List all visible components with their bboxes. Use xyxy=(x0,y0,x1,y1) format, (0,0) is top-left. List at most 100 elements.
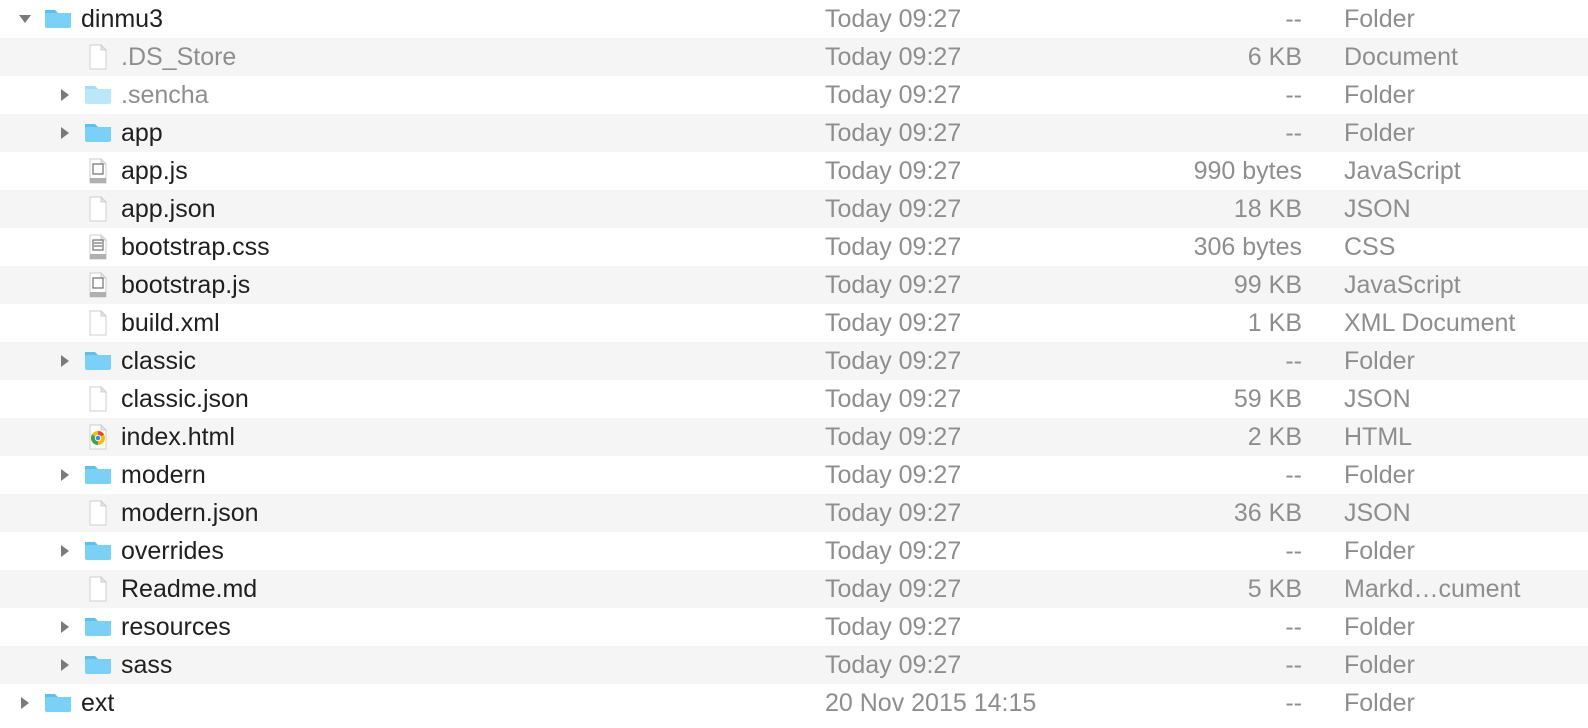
file-name: .sencha xyxy=(121,81,209,110)
file-date: Today 09:27 xyxy=(815,157,1095,186)
file-row[interactable]: classicToday 09:27--Folder xyxy=(0,342,1588,380)
disclosure-right-icon[interactable] xyxy=(55,353,75,369)
file-row[interactable]: bootstrap.jsToday 09:2799 KBJavaScript xyxy=(0,266,1588,304)
file-list: dinmu3Today 09:27--Folder.DS_StoreToday … xyxy=(0,0,1588,722)
file-name-cell: resources xyxy=(0,612,815,642)
file-name: .DS_Store xyxy=(121,43,236,72)
file-name-cell: app xyxy=(0,118,815,148)
file-row[interactable]: dinmu3Today 09:27--Folder xyxy=(0,0,1588,38)
file-row[interactable]: bootstrap.cssToday 09:27306 bytesCSS xyxy=(0,228,1588,266)
file-row[interactable]: sassToday 09:27--Folder xyxy=(0,646,1588,684)
file-name-cell: bootstrap.js xyxy=(0,270,815,300)
file-size: 36 KB xyxy=(1095,499,1340,528)
file-size: -- xyxy=(1095,81,1340,110)
file-date: Today 09:27 xyxy=(815,423,1095,452)
file-kind: JavaScript xyxy=(1340,157,1588,186)
file-kind: Folder xyxy=(1340,613,1588,642)
file-name: Readme.md xyxy=(121,575,257,604)
file-row[interactable]: .sencha Today 09:27--Folder xyxy=(0,76,1588,114)
disclosure-right-icon[interactable] xyxy=(55,619,75,635)
file-kind: Folder xyxy=(1340,537,1588,566)
file-kind: Folder xyxy=(1340,651,1588,680)
file-row[interactable]: index.htmlToday 09:272 KBHTML xyxy=(0,418,1588,456)
folder-icon xyxy=(83,536,113,566)
file-name-cell: ext xyxy=(0,688,815,718)
file-kind: JSON xyxy=(1340,385,1588,414)
disclosure-right-icon[interactable] xyxy=(55,543,75,559)
file-row[interactable]: modern.json Today 09:2736 KBJSON xyxy=(0,494,1588,532)
folder-icon xyxy=(83,460,113,490)
file-name-cell: sass xyxy=(0,650,815,680)
file-date: Today 09:27 xyxy=(815,651,1095,680)
file-size: 306 bytes xyxy=(1095,233,1340,262)
file-size: 59 KB xyxy=(1095,385,1340,414)
file-kind: JSON xyxy=(1340,195,1588,224)
file-size: 18 KB xyxy=(1095,195,1340,224)
file-date: Today 09:27 xyxy=(815,81,1095,110)
document-icon xyxy=(83,308,113,338)
file-name-cell: app.js xyxy=(0,156,815,186)
file-date: Today 09:27 xyxy=(815,5,1095,34)
file-size: 6 KB xyxy=(1095,43,1340,72)
javascript-file-icon xyxy=(83,270,113,300)
file-name-cell: app.json xyxy=(0,194,815,224)
disclosure-right-icon[interactable] xyxy=(55,467,75,483)
file-date: Today 09:27 xyxy=(815,499,1095,528)
folder-icon xyxy=(83,346,113,376)
folder-icon xyxy=(43,4,73,34)
file-name: dinmu3 xyxy=(81,5,163,34)
file-date: Today 09:27 xyxy=(815,461,1095,490)
file-date: Today 09:27 xyxy=(815,271,1095,300)
file-row[interactable]: app.jsToday 09:27990 bytesJavaScript xyxy=(0,152,1588,190)
disclosure-down-icon[interactable] xyxy=(15,11,35,27)
file-kind: Folder xyxy=(1340,81,1588,110)
file-name: bootstrap.css xyxy=(121,233,270,262)
file-row[interactable]: overridesToday 09:27--Folder xyxy=(0,532,1588,570)
document-icon xyxy=(83,42,113,72)
folder-icon xyxy=(43,688,73,718)
file-row[interactable]: app.jsonToday 09:2718 KBJSON xyxy=(0,190,1588,228)
folder-icon xyxy=(83,650,113,680)
file-size: -- xyxy=(1095,119,1340,148)
file-name: modern xyxy=(121,461,206,490)
file-date: Today 09:27 xyxy=(815,613,1095,642)
file-row[interactable]: modern Today 09:27--Folder xyxy=(0,456,1588,494)
folder-icon xyxy=(83,612,113,642)
file-row[interactable]: build.xmlToday 09:271 KBXML Document xyxy=(0,304,1588,342)
file-name: index.html xyxy=(121,423,235,452)
document-icon xyxy=(83,194,113,224)
file-name: ext xyxy=(81,689,114,718)
file-row[interactable]: ext 20 Nov 2015 14:15--Folder xyxy=(0,684,1588,722)
disclosure-right-icon[interactable] xyxy=(55,87,75,103)
document-icon xyxy=(83,384,113,414)
file-row[interactable]: classic.json Today 09:2759 KBJSON xyxy=(0,380,1588,418)
file-row[interactable]: Readme.mdToday 09:275 KBMarkd…cument xyxy=(0,570,1588,608)
file-kind: Folder xyxy=(1340,119,1588,148)
disclosure-right-icon[interactable] xyxy=(55,657,75,673)
file-name-cell: classic.json xyxy=(0,384,815,414)
file-size: -- xyxy=(1095,689,1340,718)
file-name: resources xyxy=(121,613,231,642)
file-kind: Folder xyxy=(1340,461,1588,490)
file-date: Today 09:27 xyxy=(815,385,1095,414)
file-size: 990 bytes xyxy=(1095,157,1340,186)
file-kind: JSON xyxy=(1340,499,1588,528)
file-row[interactable]: appToday 09:27--Folder xyxy=(0,114,1588,152)
file-name-cell: modern.json xyxy=(0,498,815,528)
file-size: -- xyxy=(1095,347,1340,376)
file-kind: Folder xyxy=(1340,689,1588,718)
disclosure-right-icon[interactable] xyxy=(55,125,75,141)
file-row[interactable]: resourcesToday 09:27--Folder xyxy=(0,608,1588,646)
document-icon xyxy=(83,498,113,528)
file-size: -- xyxy=(1095,461,1340,490)
file-name: modern.json xyxy=(121,499,259,528)
file-size: -- xyxy=(1095,651,1340,680)
file-name: build.xml xyxy=(121,309,220,338)
file-name: classic.json xyxy=(121,385,249,414)
disclosure-right-icon[interactable] xyxy=(15,695,35,711)
file-kind: Folder xyxy=(1340,5,1588,34)
file-name-cell: modern xyxy=(0,460,815,490)
file-size: 1 KB xyxy=(1095,309,1340,338)
file-row[interactable]: .DS_StoreToday 09:276 KBDocument xyxy=(0,38,1588,76)
file-date: 20 Nov 2015 14:15 xyxy=(815,689,1095,718)
